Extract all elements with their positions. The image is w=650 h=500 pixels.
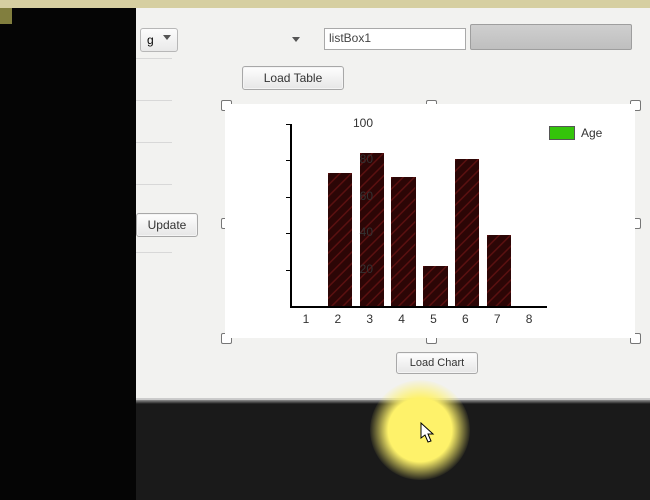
window-title-bar [0,0,650,8]
divider [136,184,172,185]
y-tick-label: 80 [333,152,373,166]
divider [136,252,172,253]
bar [455,159,479,306]
app-window: { "top": { "combo_text": "g", "listbox_v… [0,0,650,500]
divider [136,142,172,143]
x-tick-label: 6 [450,312,480,326]
listbox[interactable]: listBox1 [324,28,466,50]
x-tick-label: 3 [355,312,385,326]
x-tick-label: 7 [482,312,512,326]
y-tick [286,233,292,234]
y-tick-label: 40 [333,225,373,239]
panel [470,24,632,50]
load-table-button[interactable]: Load Table [242,66,344,90]
update-button[interactable]: Update [136,213,198,237]
bar [487,235,511,306]
chevron-down-icon [163,35,171,40]
load-chart-button[interactable]: Load Chart [396,352,478,374]
plot-area [290,124,547,308]
chevron-down-icon [292,37,300,42]
divider [136,58,172,59]
dropdown-button[interactable] [288,34,308,48]
x-tick-label: 8 [514,312,544,326]
bar [391,177,415,306]
y-tick-label: 20 [333,262,373,276]
button-label: Update [148,218,187,232]
combo-text: g [147,33,154,47]
legend: Age [549,126,602,140]
button-label: Load Table [264,71,323,85]
left-black-panel [0,0,136,500]
listbox-value: listBox1 [329,31,371,45]
chart-control[interactable]: Age 20 40 60 80 100 12345678 [225,104,635,338]
x-tick-label: 4 [387,312,417,326]
y-tick [286,160,292,161]
button-label: Load Chart [410,357,464,369]
mouse-cursor-icon [420,422,436,444]
divider [136,100,172,101]
x-tick-label: 2 [323,312,353,326]
y-tick [286,270,292,271]
title-accent [0,8,12,24]
legend-swatch [549,126,575,140]
y-tick [286,197,292,198]
bar [423,266,447,306]
y-tick [286,124,292,125]
legend-label: Age [581,126,602,140]
x-tick-label: 5 [418,312,448,326]
y-tick-label: 100 [333,116,373,130]
y-tick-label: 60 [333,189,373,203]
combo-box[interactable]: g [140,28,178,52]
x-tick-label: 1 [291,312,321,326]
